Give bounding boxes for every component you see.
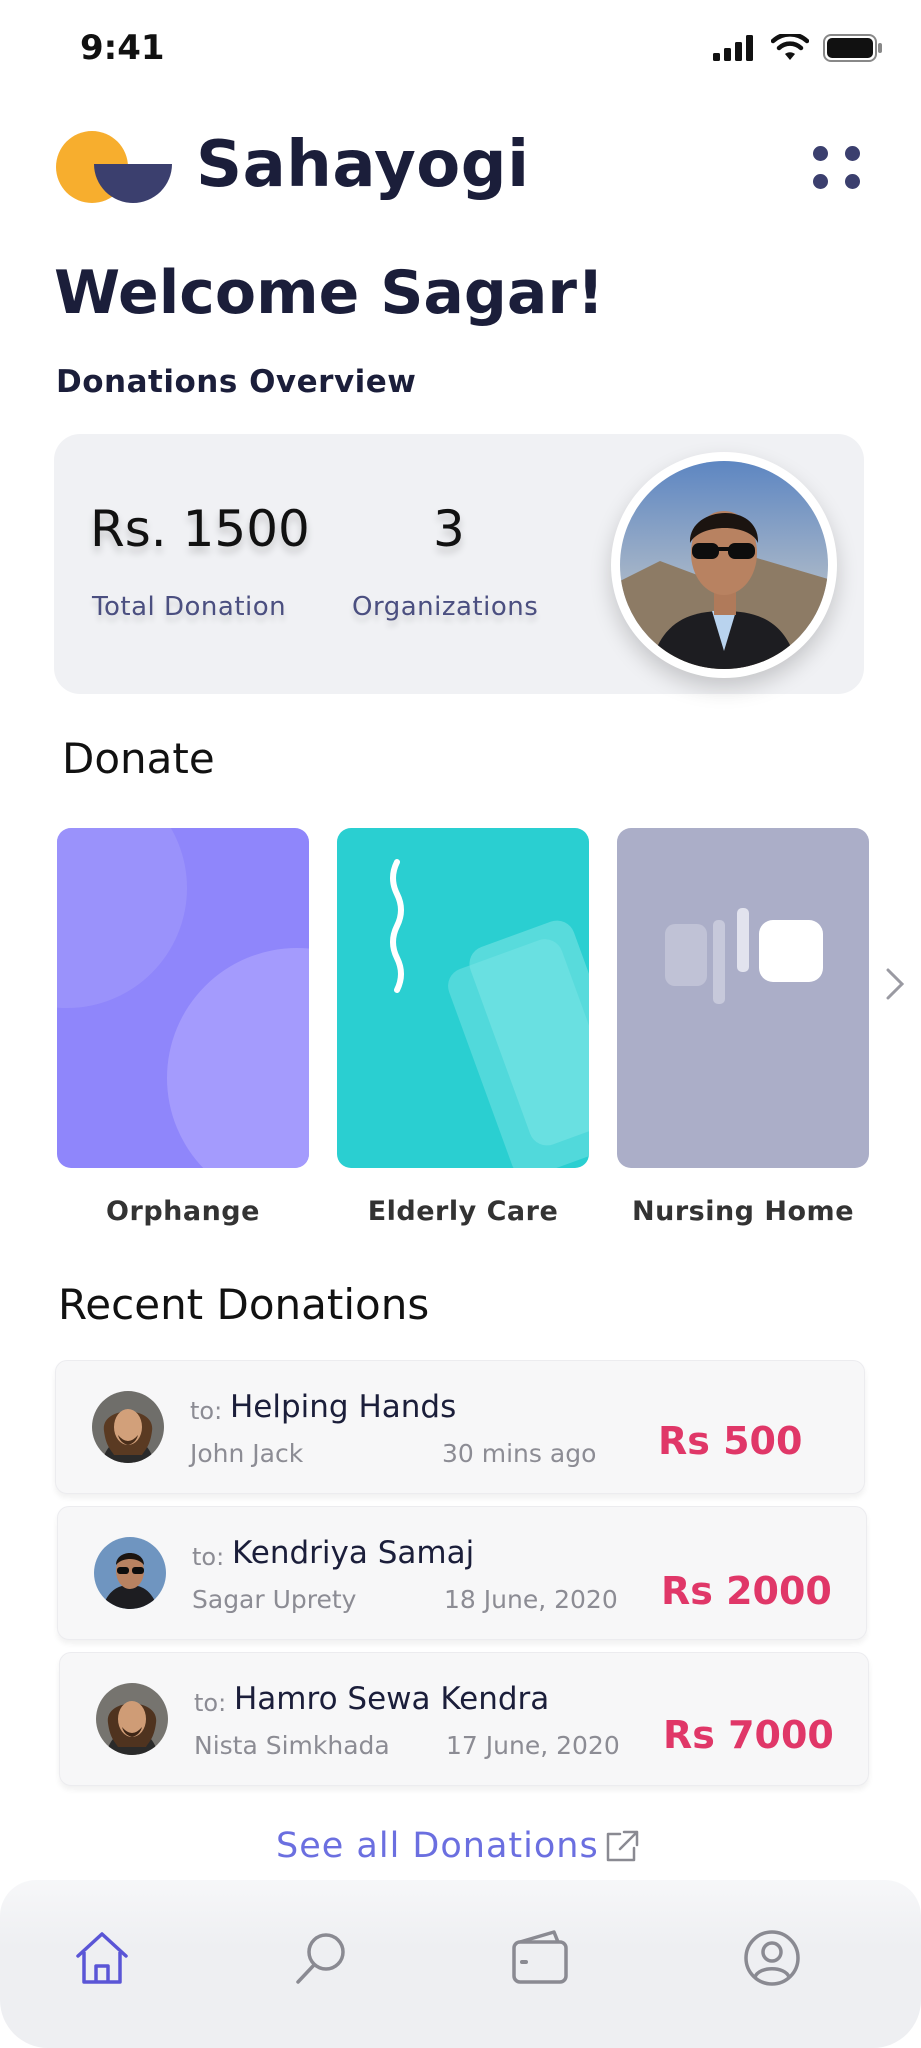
donor-avatar [94,1537,166,1609]
to-prefix: to: [194,1689,227,1717]
wifi-icon [771,34,809,60]
menu-button[interactable] [811,144,863,192]
battery-icon [823,34,882,62]
elderly-care-card-art [390,859,589,1168]
menu-dot [813,174,828,189]
home-icon[interactable] [72,1928,132,1988]
welcome-heading: Welcome Sagar! [54,258,605,328]
profile-avatar[interactable] [611,452,837,678]
wallet-icon[interactable] [510,1928,570,1988]
donation-amount: Rs 7000 [663,1713,834,1757]
donate-label-nursing-home: Nursing Home [632,1196,854,1227]
donate-card-elderly-care[interactable] [337,828,589,1168]
donation-row[interactable]: to: Helping Hands John Jack 30 mins ago … [55,1360,865,1494]
profile-icon[interactable] [742,1928,802,1988]
total-donation-value: Rs. 1500 [90,500,310,558]
status-icons [713,34,883,62]
overview-label: Donations Overview [56,364,417,400]
search-icon[interactable] [292,1928,352,1988]
organizations-label: Organizations [352,592,539,622]
donor-name: Sagar Uprety [192,1585,357,1614]
see-all-donations-link[interactable]: See all Donations [276,1826,599,1866]
menu-dot [845,174,860,189]
donate-card-orphange[interactable] [57,828,309,1168]
donation-time: 18 June, 2020 [444,1585,618,1614]
donate-label-elderly-care: Elderly Care [367,1196,559,1227]
donate-heading: Donate [62,734,215,783]
donor-avatar [96,1683,168,1755]
donate-label-orphange: Orphange [106,1196,260,1227]
external-link-icon[interactable] [604,1828,640,1864]
organizations-value: 3 [433,500,465,558]
chevron-right-icon[interactable] [884,966,908,1002]
donation-row[interactable]: to: Hamro Sewa Kendra Nista Simkhada 17 … [59,1652,869,1786]
organization-name: Helping Hands [230,1389,457,1425]
donation-amount: Rs 2000 [661,1569,832,1613]
total-donation-label: Total Donation [92,592,287,622]
status-time: 9:41 [80,28,165,68]
donation-time: 30 mins ago [442,1439,597,1468]
organization-name: Kendriya Samaj [232,1535,475,1571]
to-prefix: to: [190,1397,223,1425]
organization-name: Hamro Sewa Kendra [234,1681,550,1717]
menu-dot [845,146,860,161]
status-bar: 9:41 [0,0,921,100]
app-title: Sahayogi [196,128,530,202]
nursing-home-card-art [665,908,823,1004]
recent-donations-heading: Recent Donations [58,1280,430,1329]
donation-time: 17 June, 2020 [446,1731,620,1760]
menu-dot [813,146,828,161]
donor-name: Nista Simkhada [194,1731,390,1760]
to-prefix: to: [192,1543,225,1571]
app-logo [56,131,172,203]
donation-amount: Rs 500 [658,1419,803,1463]
profile-photo [620,461,828,669]
donor-avatar [92,1391,164,1463]
signal-icon [713,35,753,61]
orphange-card-art [57,828,309,1168]
app-screen: 9:41 Sahayogi Welcome Sagar! Donations O… [0,0,921,2048]
donation-row[interactable]: to: Kendriya Samaj Sagar Uprety 18 June,… [57,1506,867,1640]
donate-card-nursing-home[interactable] [617,828,869,1168]
donor-name: John Jack [190,1439,304,1468]
